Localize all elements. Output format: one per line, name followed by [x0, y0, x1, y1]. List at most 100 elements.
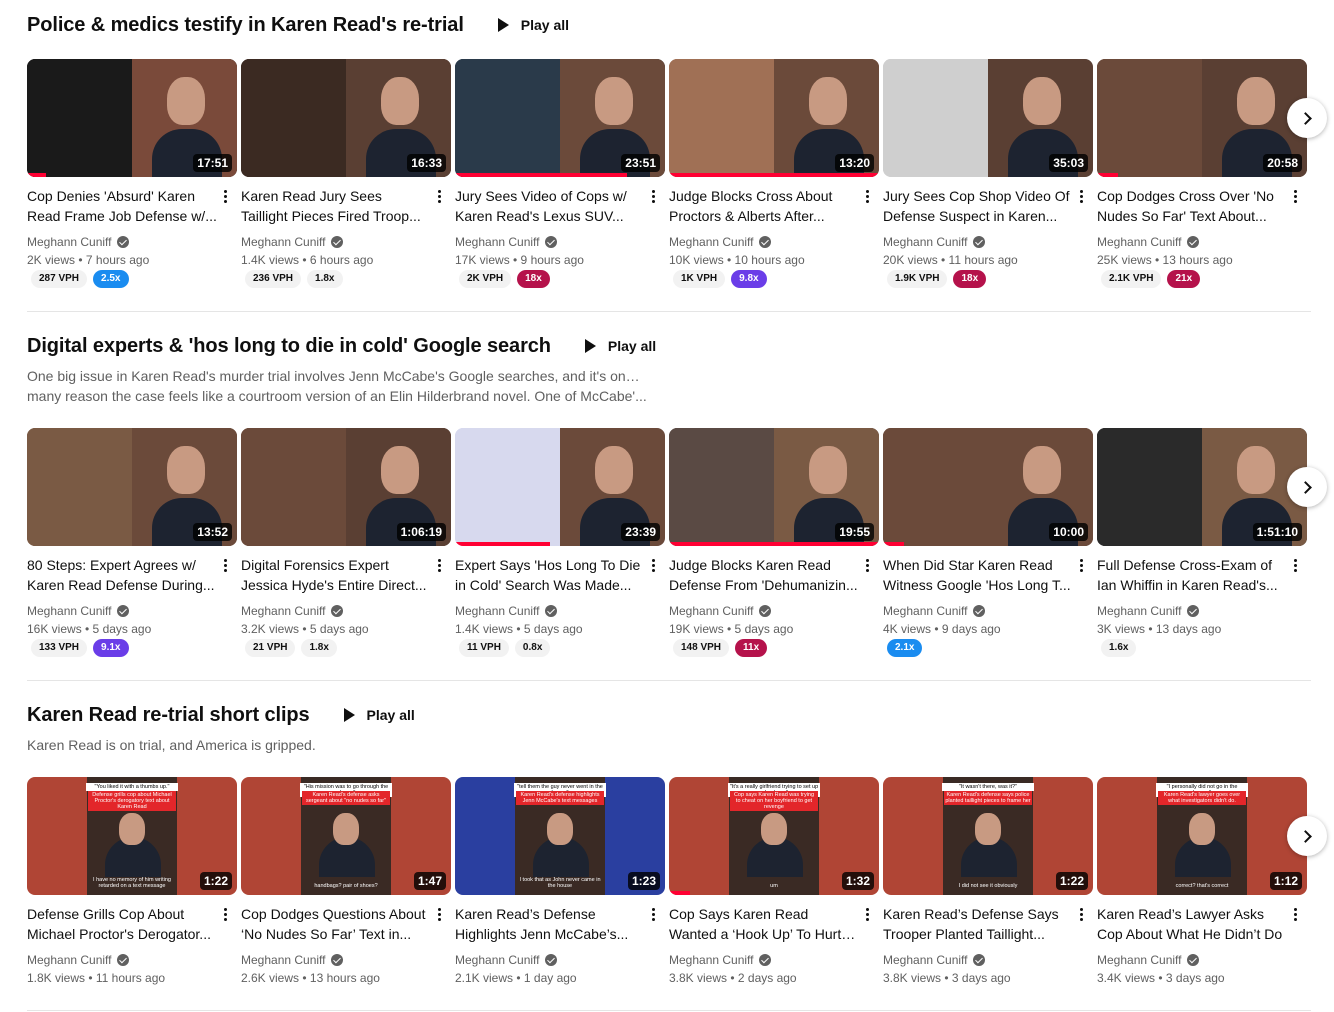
video-title[interactable]: Digital Forensics Expert Jessica Hyde's …	[241, 555, 431, 595]
video-thumbnail[interactable]: 23:39	[455, 428, 665, 546]
more-vert-icon[interactable]	[649, 904, 657, 924]
more-vert-icon[interactable]	[221, 555, 229, 575]
more-vert-icon[interactable]	[1077, 186, 1085, 206]
video-thumbnail[interactable]: 35:03	[883, 59, 1093, 177]
more-vert-icon[interactable]	[435, 904, 443, 924]
channel-name[interactable]: Meghann Cuniff	[455, 604, 540, 618]
channel-name[interactable]: Meghann Cuniff	[455, 953, 540, 967]
more-vert-icon[interactable]	[863, 186, 871, 206]
channel-name[interactable]: Meghann Cuniff	[241, 604, 326, 618]
video-title[interactable]: Karen Read’s Defense Highlights Jenn McC…	[455, 904, 645, 944]
video-title[interactable]: Judge Blocks Karen Read Defense From 'De…	[669, 555, 859, 595]
video-card[interactable]: 1:51:10 Full Defense Cross-Exam of Ian Wh…	[1097, 428, 1307, 657]
more-vert-icon[interactable]	[649, 555, 657, 575]
video-title[interactable]: Karen Read Jury Sees Taillight Pieces Fi…	[241, 186, 431, 226]
video-card[interactable]: 16:33 Karen Read Jury Sees Taillight Piec…	[241, 59, 451, 288]
play-all-button[interactable]: Play all	[334, 701, 425, 729]
next-button[interactable]	[1287, 816, 1327, 856]
video-card[interactable]: "His mission was to go through the phone…	[241, 777, 451, 987]
video-thumbnail[interactable]: "His mission was to go through the phone…	[241, 777, 451, 895]
channel-name[interactable]: Meghann Cuniff	[883, 235, 968, 249]
video-card[interactable]: "You liked it with a thumbs up." Defense …	[27, 777, 237, 987]
video-card[interactable]: 20:58 Cop Dodges Cross Over 'No Nudes So …	[1097, 59, 1307, 288]
more-vert-icon[interactable]	[221, 186, 229, 206]
shelf-title[interactable]: Police & medics testify in Karen Read's …	[27, 14, 464, 37]
more-vert-icon[interactable]	[1291, 904, 1299, 924]
more-vert-icon[interactable]	[1077, 904, 1085, 924]
video-thumbnail[interactable]: 16:33	[241, 59, 451, 177]
video-card[interactable]: 1:06:19 Digital Forensics Expert Jessica …	[241, 428, 451, 657]
video-thumbnail[interactable]: 13:52	[27, 428, 237, 546]
channel-name[interactable]: Meghann Cuniff	[1097, 604, 1182, 618]
video-card[interactable]: 13:20 Judge Blocks Cross About Proctors &…	[669, 59, 879, 288]
video-title[interactable]: Judge Blocks Cross About Proctors & Albe…	[669, 186, 859, 226]
video-card[interactable]: 17:51 Cop Denies 'Absurd' Karen Read Fram…	[27, 59, 237, 288]
more-vert-icon[interactable]	[1077, 555, 1085, 575]
video-thumbnail[interactable]: 19:55	[669, 428, 879, 546]
more-vert-icon[interactable]	[435, 555, 443, 575]
video-title[interactable]: Full Defense Cross-Exam of Ian Whiffin i…	[1097, 555, 1287, 595]
video-thumbnail[interactable]: 23:51	[455, 59, 665, 177]
channel-name[interactable]: Meghann Cuniff	[455, 235, 540, 249]
video-thumbnail[interactable]: 17:51	[27, 59, 237, 177]
video-title[interactable]: When Did Star Karen Read Witness Google …	[883, 555, 1073, 595]
next-button[interactable]	[1287, 98, 1327, 138]
video-card[interactable]: 35:03 Jury Sees Cop Shop Video Of Defense…	[883, 59, 1093, 288]
video-title[interactable]: Karen Read’s Defense Says Trooper Plante…	[883, 904, 1073, 944]
channel-name[interactable]: Meghann Cuniff	[27, 235, 112, 249]
more-vert-icon[interactable]	[863, 904, 871, 924]
video-card[interactable]: 10:00 When Did Star Karen Read Witness Go…	[883, 428, 1093, 657]
channel-name[interactable]: Meghann Cuniff	[669, 235, 754, 249]
video-thumbnail[interactable]: "I personally did not go in the house."K…	[1097, 777, 1307, 895]
vph-badge: 2.1K VPH	[1101, 270, 1162, 288]
more-vert-icon[interactable]	[649, 186, 657, 206]
video-title[interactable]: Cop Denies 'Absurd' Karen Read Frame Job…	[27, 186, 217, 226]
video-title[interactable]: Karen Read’s Lawyer Asks Cop About What …	[1097, 904, 1287, 944]
video-thumbnail[interactable]: 10:00	[883, 428, 1093, 546]
channel-name[interactable]: Meghann Cuniff	[241, 235, 326, 249]
channel-name[interactable]: Meghann Cuniff	[883, 604, 968, 618]
more-vert-icon[interactable]	[1291, 186, 1299, 206]
channel-name[interactable]: Meghann Cuniff	[1097, 953, 1182, 967]
channel-name[interactable]: Meghann Cuniff	[883, 953, 968, 967]
video-title[interactable]: Expert Says 'Hos Long To Die in Cold' Se…	[455, 555, 645, 595]
video-card[interactable]: "tell them the guy never went in the hou…	[455, 777, 665, 987]
video-card[interactable]: "It's a really girlfriend trying to set …	[669, 777, 879, 987]
video-thumbnail[interactable]: "It wasn't there, was it?" Karen Read's d…	[883, 777, 1093, 895]
video-thumbnail[interactable]: 13:20	[669, 59, 879, 177]
channel-name[interactable]: Meghann Cuniff	[241, 953, 326, 967]
video-thumbnail[interactable]: 20:58	[1097, 59, 1307, 177]
video-title[interactable]: Cop Dodges Questions About ‘No Nudes So …	[241, 904, 431, 944]
channel-name[interactable]: Meghann Cuniff	[669, 604, 754, 618]
video-thumbnail[interactable]: "You liked it with a thumbs up." Defense …	[27, 777, 237, 895]
video-card[interactable]: "It wasn't there, was it?" Karen Read's d…	[883, 777, 1093, 987]
video-title[interactable]: Cop Dodges Cross Over 'No Nudes So Far' …	[1097, 186, 1287, 226]
video-thumbnail[interactable]: "It's a really girlfriend trying to set …	[669, 777, 879, 895]
video-card[interactable]: 13:52 80 Steps: Expert Agrees w/ Karen Re…	[27, 428, 237, 657]
video-title[interactable]: Defense Grills Cop About Michael Proctor…	[27, 904, 217, 944]
video-card[interactable]: 19:55 Judge Blocks Karen Read Defense Fro…	[669, 428, 879, 657]
channel-name[interactable]: Meghann Cuniff	[27, 953, 112, 967]
play-all-button[interactable]: Play all	[488, 11, 579, 39]
video-thumbnail[interactable]: "tell them the guy never went in the hou…	[455, 777, 665, 895]
video-card[interactable]: "I personally did not go in the house."K…	[1097, 777, 1307, 987]
more-vert-icon[interactable]	[863, 555, 871, 575]
more-vert-icon[interactable]	[1291, 555, 1299, 575]
channel-name[interactable]: Meghann Cuniff	[669, 953, 754, 967]
shelf-title[interactable]: Digital experts & 'hos long to die in co…	[27, 335, 551, 358]
shelf-title[interactable]: Karen Read re-trial short clips	[27, 704, 310, 727]
video-card[interactable]: 23:39 Expert Says 'Hos Long To Die in Col…	[455, 428, 665, 657]
channel-name[interactable]: Meghann Cuniff	[1097, 235, 1182, 249]
video-title[interactable]: Jury Sees Cop Shop Video Of Defense Susp…	[883, 186, 1073, 226]
video-title[interactable]: Jury Sees Video of Cops w/ Karen Read's …	[455, 186, 645, 226]
video-title[interactable]: 80 Steps: Expert Agrees w/ Karen Read De…	[27, 555, 217, 595]
more-vert-icon[interactable]	[221, 904, 229, 924]
video-title[interactable]: Cop Says Karen Read Wanted a ‘Hook Up’ T…	[669, 904, 859, 944]
next-button[interactable]	[1287, 467, 1327, 507]
video-thumbnail[interactable]: 1:06:19	[241, 428, 451, 546]
channel-name[interactable]: Meghann Cuniff	[27, 604, 112, 618]
more-vert-icon[interactable]	[435, 186, 443, 206]
video-thumbnail[interactable]: 1:51:10	[1097, 428, 1307, 546]
play-all-button[interactable]: Play all	[575, 332, 666, 360]
video-card[interactable]: 23:51 Jury Sees Video of Cops w/ Karen Re…	[455, 59, 665, 288]
